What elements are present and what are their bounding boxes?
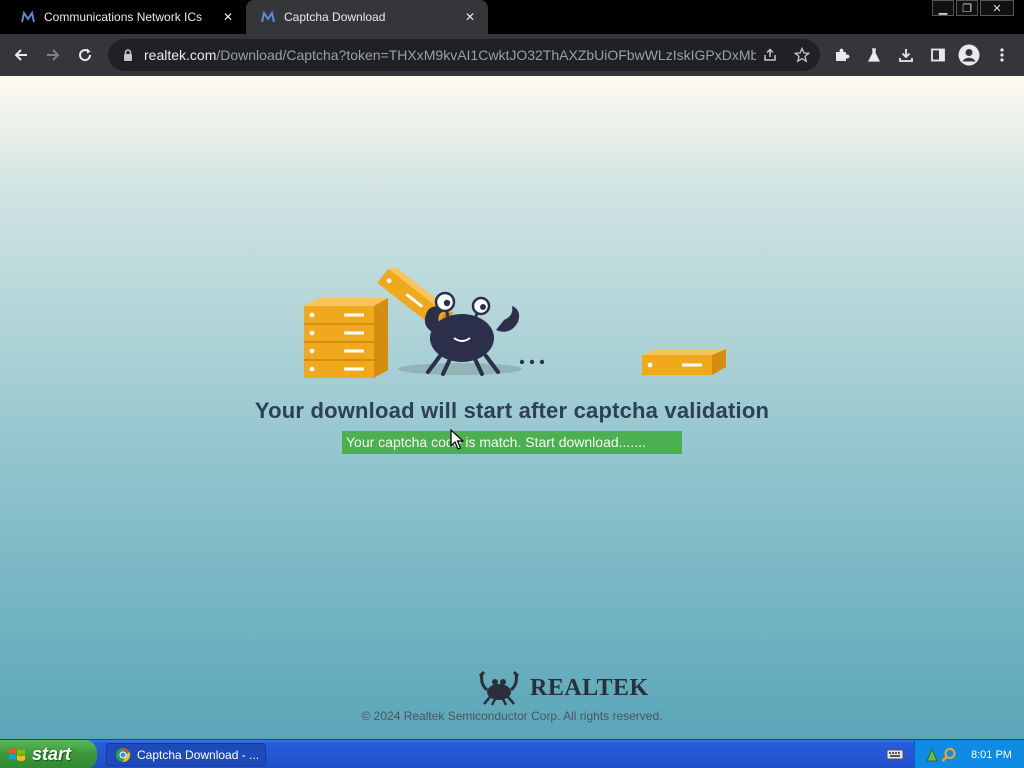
keyboard-icon[interactable] bbox=[886, 746, 904, 762]
reload-icon[interactable] bbox=[72, 42, 98, 68]
realtek-crab-logo-icon bbox=[478, 670, 520, 706]
url-path: /Download/Captcha?token=THXxM9kvAI1CwktJ… bbox=[216, 47, 756, 63]
tab-communications-network-ics[interactable]: Communications Network ICs ✕ bbox=[0, 0, 246, 34]
page-content: Your download will start after captcha v… bbox=[0, 76, 1024, 739]
puzzle-icon[interactable] bbox=[831, 44, 853, 66]
start-button[interactable]: start bbox=[0, 740, 97, 768]
start-label: start bbox=[32, 744, 72, 764]
copyright-text: © 2024 Realtek Semiconductor Corp. All r… bbox=[361, 709, 663, 723]
back-arrow-icon[interactable] bbox=[8, 42, 34, 68]
kebab-menu-icon[interactable] bbox=[991, 44, 1013, 66]
window-controls: ▁ ❐ ✕ bbox=[930, 0, 1014, 16]
close-window-icon[interactable]: ✕ bbox=[980, 0, 1014, 16]
network-icon[interactable] bbox=[925, 747, 939, 763]
realtek-favicon-icon bbox=[260, 9, 276, 25]
crab-mascot-icon bbox=[424, 291, 520, 376]
download-icon[interactable] bbox=[895, 44, 917, 66]
url-host: realtek.com bbox=[144, 47, 217, 63]
tab-captcha-download[interactable]: Captcha Download ✕ bbox=[246, 0, 488, 34]
crab-server-illustration bbox=[304, 267, 726, 378]
realtek-favicon-icon bbox=[20, 9, 36, 25]
side-panel-icon[interactable] bbox=[927, 44, 949, 66]
forward-arrow-icon[interactable] bbox=[40, 42, 66, 68]
share-icon[interactable] bbox=[760, 45, 780, 65]
star-icon[interactable] bbox=[792, 45, 812, 65]
profile-icon[interactable] bbox=[958, 44, 980, 66]
taskbar-window-label: Captcha Download - ... bbox=[137, 747, 260, 762]
close-tab-icon[interactable]: ✕ bbox=[218, 7, 238, 27]
captcha-status-message: Your captcha code is match. Start downlo… bbox=[342, 431, 682, 454]
mouse-cursor-icon bbox=[450, 429, 464, 450]
taskbar-window-button[interactable]: Captcha Download - ... bbox=[106, 743, 266, 766]
system-tray: 8:01 PM bbox=[914, 740, 1024, 768]
chrome-icon bbox=[116, 747, 131, 762]
server-stack-icon bbox=[304, 298, 388, 378]
lock-icon[interactable] bbox=[120, 47, 136, 63]
tab-title: Communications Network ICs bbox=[44, 10, 203, 24]
flask-icon[interactable] bbox=[863, 44, 885, 66]
tab-strip: Communications Network ICs ✕ Captcha Dow… bbox=[0, 0, 1024, 34]
url-text: realtek.com/Download/Captcha?token=THXxM… bbox=[144, 47, 756, 63]
close-tab-icon[interactable]: ✕ bbox=[460, 7, 480, 27]
browser-toolbar: realtek.com/Download/Captcha?token=THXxM… bbox=[0, 34, 1024, 76]
minimize-icon[interactable]: ▁ bbox=[932, 0, 954, 16]
brand-name: REALTEK bbox=[530, 674, 649, 701]
restore-icon[interactable]: ❐ bbox=[956, 0, 978, 16]
realtek-logo[interactable]: REALTEK bbox=[476, 670, 649, 706]
single-server-icon bbox=[642, 349, 726, 375]
taskbar: start Captcha Download - ... 8:01 PM bbox=[0, 739, 1024, 768]
search-icon[interactable] bbox=[941, 747, 957, 763]
tab-title: Captcha Download bbox=[284, 10, 386, 24]
address-bar[interactable]: realtek.com/Download/Captcha?token=THXxM… bbox=[108, 39, 820, 71]
clock: 8:01 PM bbox=[971, 748, 1012, 761]
windows-logo-icon bbox=[9, 747, 25, 761]
page-title: Your download will start after captcha v… bbox=[254, 398, 770, 423]
